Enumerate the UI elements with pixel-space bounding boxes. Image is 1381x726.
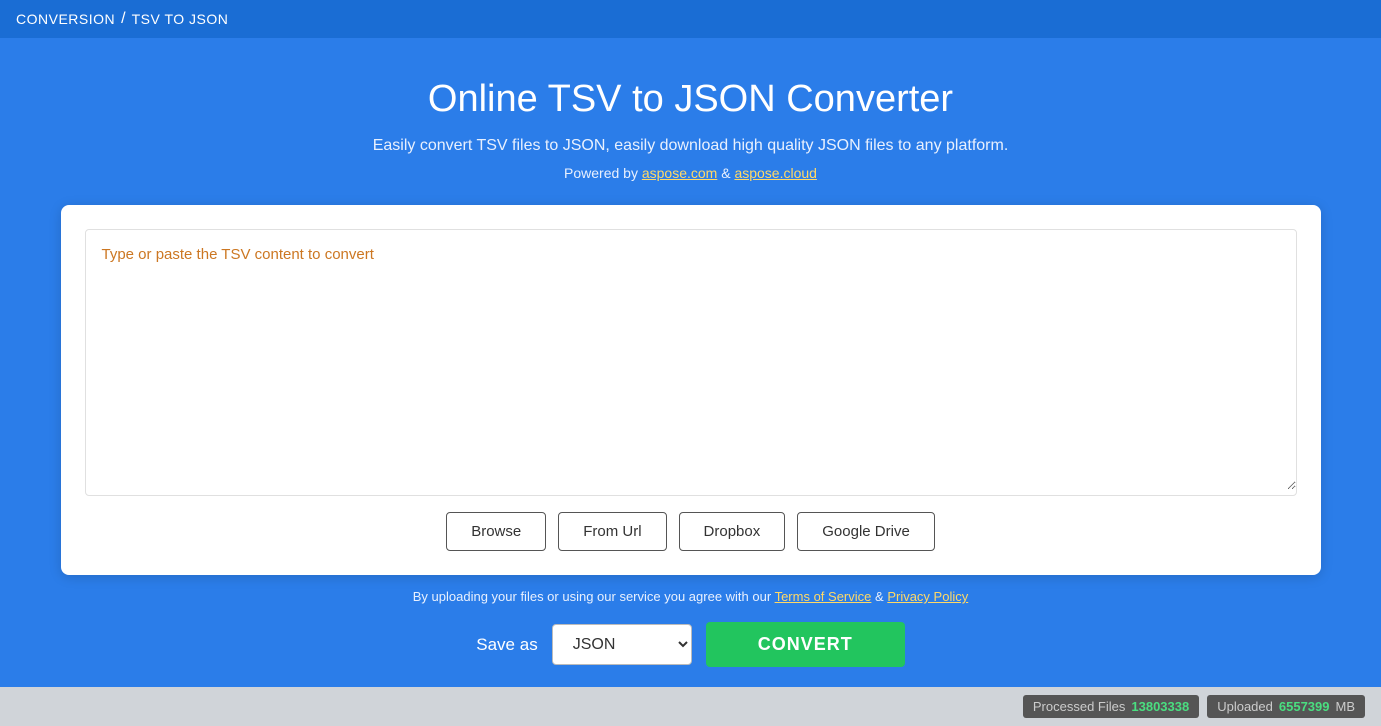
button-row: Browse From Url Dropbox Google Drive [85,512,1297,551]
dropbox-button[interactable]: Dropbox [679,512,786,551]
text-area-wrapper [85,229,1297,496]
convert-row: Save as JSON CSV XML XLSX CONVERT [476,622,904,667]
aspose-cloud-link[interactable]: aspose.cloud [734,165,817,181]
terms-ampersand: & [875,589,884,604]
breadcrumb-current: TSV TO JSON [132,11,229,27]
uploaded-value: 6557399 [1279,699,1330,714]
uploaded-badge: Uploaded 6557399 MB [1207,695,1365,718]
uploaded-unit: MB [1336,699,1356,714]
processed-files-label: Processed Files [1033,699,1125,714]
terms-line: By uploading your files or using our ser… [413,589,968,604]
privacy-policy-link[interactable]: Privacy Policy [887,589,968,604]
format-select[interactable]: JSON CSV XML XLSX [552,624,692,665]
powered-by-ampersand: & [721,165,730,181]
tsv-content-textarea[interactable] [86,230,1296,490]
page-subtitle: Easily convert TSV files to JSON, easily… [373,137,1009,155]
aspose-com-link[interactable]: aspose.com [642,165,717,181]
powered-by-prefix: Powered by [564,165,638,181]
save-as-label: Save as [476,635,537,655]
breadcrumb-separator: / [121,10,125,28]
main-content: Online TSV to JSON Converter Easily conv… [0,38,1381,687]
convert-button[interactable]: CONVERT [706,622,905,667]
terms-prefix: By uploading your files or using our ser… [413,589,771,604]
processed-files-value: 13803338 [1131,699,1189,714]
uploaded-label: Uploaded [1217,699,1273,714]
breadcrumb-conversion[interactable]: CONVERSION [16,11,115,27]
converter-card: Browse From Url Dropbox Google Drive [61,205,1321,575]
footer-bar: Processed Files 13803338 Uploaded 655739… [0,687,1381,726]
from-url-button[interactable]: From Url [558,512,666,551]
top-nav: CONVERSION / TSV TO JSON [0,0,1381,38]
google-drive-button[interactable]: Google Drive [797,512,935,551]
page-title: Online TSV to JSON Converter [428,78,953,121]
browse-button[interactable]: Browse [446,512,546,551]
powered-by: Powered by aspose.com & aspose.cloud [564,165,817,181]
processed-files-badge: Processed Files 13803338 [1023,695,1199,718]
terms-of-service-link[interactable]: Terms of Service [775,589,872,604]
